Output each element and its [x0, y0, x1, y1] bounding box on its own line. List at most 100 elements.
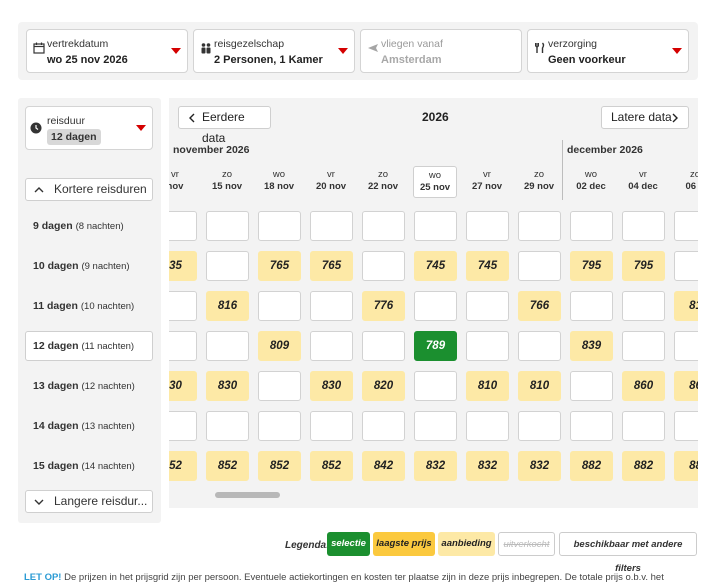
price-cell[interactable]: 809 — [258, 331, 301, 361]
price-cell[interactable]: 820 — [362, 371, 405, 401]
date-column-header[interactable]: zo 29 nov — [517, 166, 561, 198]
price-cell[interactable]: 86 — [674, 371, 698, 401]
duration-row-days: 14 dagen — [33, 420, 79, 432]
price-cell — [466, 291, 509, 321]
duration-row-12[interactable]: 12 dagen (11 nachten) — [25, 331, 153, 361]
price-cell[interactable]: 852 — [206, 451, 249, 481]
price-cell[interactable]: 810 — [518, 371, 561, 401]
duration-select[interactable]: reisduur 12 dagen — [25, 106, 153, 150]
date-column-header[interactable]: zo 22 nov — [361, 166, 405, 198]
earlier-dates-button[interactable]: Eerdere data — [178, 106, 271, 145]
price-cell[interactable]: 852 — [310, 451, 353, 481]
date-label: 18 nov — [263, 181, 295, 192]
price-cell[interactable]: 816 — [206, 291, 249, 321]
price-cell[interactable]: 830 — [206, 371, 249, 401]
price-cell — [674, 251, 698, 281]
price-cell[interactable]: 81 — [674, 291, 698, 321]
date-label: 15 nov — [211, 181, 243, 192]
weekday-label: wo — [584, 169, 598, 180]
travel-party-field[interactable]: reisgezelschap 2 Personen, 1 Kamer — [193, 29, 355, 73]
duration-value: 12 dagen — [47, 129, 101, 145]
duration-row-nights: (8 nachten) — [75, 221, 124, 232]
price-cell[interactable]: 776 — [362, 291, 405, 321]
price-cell[interactable]: 795 — [570, 251, 613, 281]
price-cell[interactable]: 882 — [622, 451, 665, 481]
price-cell[interactable]: 860 — [622, 371, 665, 401]
price-cell — [258, 411, 301, 441]
price-cell — [310, 211, 353, 241]
price-cell[interactable]: 852 — [258, 451, 301, 481]
date-column-header[interactable]: zo06 d — [673, 166, 698, 198]
duration-row-14[interactable]: 14 dagen (13 nachten) — [25, 411, 153, 441]
later-dates-button[interactable]: Latere data — [601, 106, 689, 129]
month-heading: december 2026 — [567, 144, 643, 156]
price-cell[interactable]: 832 — [414, 451, 457, 481]
price-cell[interactable]: 30 — [169, 371, 197, 401]
price-cell[interactable]: 52 — [169, 451, 197, 481]
price-cell[interactable]: 832 — [518, 451, 561, 481]
price-cell — [258, 371, 301, 401]
longer-durations-button[interactable]: Langere reisdur... — [25, 490, 153, 513]
price-cell[interactable]: 765 — [310, 251, 353, 281]
board-type-field[interactable]: verzorging Geen voorkeur — [527, 29, 689, 73]
date-label: 22 nov — [367, 181, 399, 192]
chevron-down-icon — [672, 48, 682, 54]
note-text: De prijzen in het prijsgrid zijn per per… — [64, 572, 664, 583]
price-cell[interactable]: 766 — [518, 291, 561, 321]
duration-row-days: 15 dagen — [33, 460, 79, 472]
date-label: 29 nov — [523, 181, 555, 192]
weekday-label: zo — [221, 169, 233, 180]
duration-row-nights: (12 nachten) — [81, 381, 135, 392]
date-column-header[interactable]: vr nov — [169, 166, 197, 198]
date-column-header[interactable]: wo 02 dec — [569, 166, 613, 198]
price-cell — [674, 211, 698, 241]
duration-row-days: 9 dagen — [33, 220, 73, 232]
price-cell[interactable]: 789 — [414, 331, 457, 361]
price-cell[interactable]: 765 — [258, 251, 301, 281]
horizontal-scrollbar[interactable] — [169, 490, 698, 498]
shorter-durations-button[interactable]: Kortere reisduren — [25, 178, 153, 201]
date-column-header[interactable]: zo 15 nov — [205, 166, 249, 198]
price-cell[interactable]: 830 — [310, 371, 353, 401]
duration-row-15[interactable]: 15 dagen (14 nachten) — [25, 451, 153, 481]
price-cell — [466, 331, 509, 361]
price-cell[interactable]: 810 — [466, 371, 509, 401]
price-cell[interactable]: 795 — [622, 251, 665, 281]
price-cell[interactable]: 842 — [362, 451, 405, 481]
travel-party-value: 2 Personen, 1 Kamer — [214, 54, 323, 66]
price-cell[interactable]: 832 — [466, 451, 509, 481]
price-cell — [414, 211, 457, 241]
date-column-header[interactable]: vr 20 nov — [309, 166, 353, 198]
price-cell[interactable]: 88 — [674, 451, 698, 481]
price-cell[interactable]: 35 — [169, 251, 197, 281]
duration-row-11[interactable]: 11 dagen (10 nachten) — [25, 291, 153, 321]
date-column-header[interactable]: vr 04 dec — [621, 166, 665, 198]
price-cell[interactable]: 839 — [570, 331, 613, 361]
date-column-header[interactable]: wo 25 nov — [413, 166, 457, 198]
departure-date-field[interactable]: vertrekdatum wo 25 nov 2026 — [26, 29, 188, 73]
calendar-icon — [33, 42, 45, 54]
duration-row-13[interactable]: 13 dagen (12 nachten) — [25, 371, 153, 401]
departure-airport-value: Amsterdam — [381, 54, 442, 66]
duration-row-nights: (14 nachten) — [81, 461, 135, 472]
price-cell[interactable]: 745 — [466, 251, 509, 281]
date-column-header[interactable]: vr 27 nov — [465, 166, 509, 198]
price-cell — [206, 251, 249, 281]
plane-icon — [368, 44, 378, 52]
legend-sold-out: uitverkocht — [498, 532, 555, 556]
chevron-down-icon — [34, 499, 44, 505]
cutlery-icon — [535, 42, 545, 53]
price-cell — [674, 331, 698, 361]
duration-row-10[interactable]: 10 dagen (9 nachten) — [25, 251, 153, 281]
price-cell — [206, 411, 249, 441]
scrollbar-thumb[interactable] — [215, 492, 280, 498]
chevron-up-icon — [34, 187, 44, 193]
legend: Legenda: selectie laagste prijs aanbiedi… — [0, 531, 698, 574]
date-label: 20 nov — [315, 181, 347, 192]
price-cell[interactable]: 882 — [570, 451, 613, 481]
price-cell — [206, 331, 249, 361]
date-column-header[interactable]: wo 18 nov — [257, 166, 301, 198]
duration-row-9[interactable]: 9 dagen (8 nachten) — [25, 211, 153, 241]
price-cell — [362, 251, 405, 281]
price-cell[interactable]: 745 — [414, 251, 457, 281]
